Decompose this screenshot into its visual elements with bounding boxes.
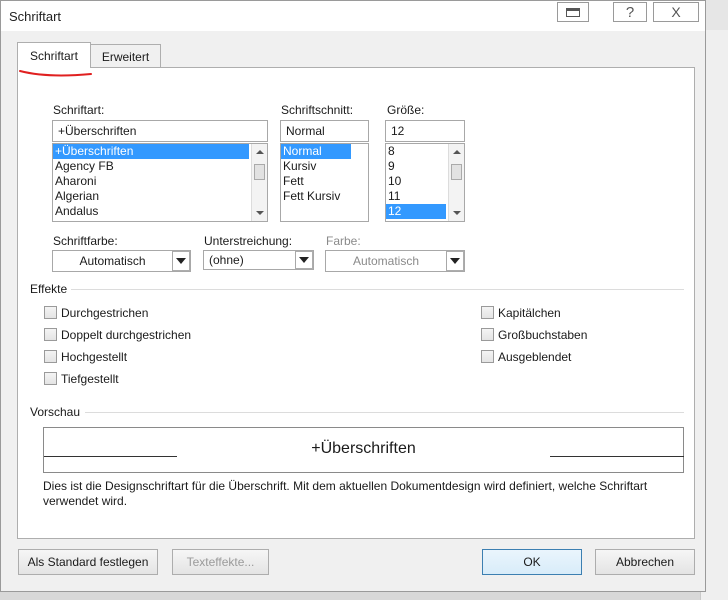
divider [71, 289, 684, 290]
dropdown-button[interactable] [172, 251, 190, 271]
scroll-up-icon[interactable] [256, 150, 264, 154]
preview-title: Vorschau [30, 405, 81, 419]
tab-erweitert-label: Erweitert [101, 49, 150, 64]
style-list[interactable]: Normal Kursiv Fett Fett Kursiv [280, 143, 369, 222]
annotation-underline [19, 70, 92, 77]
list-item[interactable]: Fett [281, 174, 368, 189]
list-item[interactable]: Normal [281, 144, 351, 159]
underline-label: Unterstreichung: [204, 234, 293, 248]
all-caps-checkbox[interactable] [481, 328, 494, 341]
scroll-down-icon[interactable] [453, 211, 461, 215]
font-input[interactable]: +Überschriften [52, 120, 268, 142]
underline-dropdown[interactable]: (ohne) [203, 250, 314, 270]
font-color-value: Automatisch [79, 254, 146, 268]
chevron-down-icon [299, 257, 309, 263]
cancel-button[interactable]: Abbrechen [595, 549, 695, 575]
chevron-down-icon [176, 258, 186, 264]
size-list-scrollbar[interactable] [448, 144, 464, 221]
size-input[interactable]: 12 [385, 120, 465, 142]
effects-title: Effekte [30, 282, 68, 296]
dialog-title: Schriftart [9, 9, 62, 24]
style-label: Schriftschnitt: [281, 103, 354, 117]
font-color-label: Schriftfarbe: [53, 234, 118, 248]
dialog-titlebar [1, 1, 705, 31]
double-strikethrough-checkbox[interactable] [44, 328, 57, 341]
strikethrough-label: Durchgestrichen [61, 306, 149, 320]
font-list-scrollbar[interactable] [251, 144, 267, 221]
double-strikethrough-label: Doppelt durchgestrichen [61, 328, 192, 342]
divider [85, 412, 684, 413]
superscript-checkbox[interactable] [44, 350, 57, 363]
list-item[interactable]: +Überschriften [53, 144, 249, 159]
scroll-thumb[interactable] [254, 164, 265, 180]
underline-value: (ohne) [209, 253, 244, 267]
chevron-down-icon [450, 258, 460, 264]
close-icon: X [671, 4, 681, 20]
list-item[interactable]: Fett Kursiv [281, 189, 368, 204]
scroll-up-icon[interactable] [453, 150, 461, 154]
preview-description: Dies ist die Designschriftart für die Üb… [43, 479, 648, 508]
list-item[interactable]: Algerian [53, 189, 267, 204]
window-icon [566, 7, 580, 17]
preview-box: +Überschriften [43, 427, 684, 473]
dropdown-button[interactable] [295, 251, 313, 269]
style-input[interactable]: Normal [280, 120, 369, 142]
set-default-button[interactable]: Als Standard festlegen [18, 549, 158, 575]
font-label: Schriftart: [53, 103, 105, 117]
dialog-restore-button[interactable] [557, 2, 589, 22]
list-item[interactable]: 12 [386, 204, 446, 219]
small-caps-label: Kapitälchen [498, 306, 561, 320]
subscript-checkbox[interactable] [44, 372, 57, 385]
underline-color-label: Farbe: [326, 234, 361, 248]
all-caps-label: Großbuchstaben [498, 328, 588, 342]
help-button[interactable]: ? [613, 2, 647, 22]
hidden-checkbox[interactable] [481, 350, 494, 363]
size-list[interactable]: 8 9 10 11 12 [385, 143, 465, 222]
help-icon: ? [625, 3, 635, 21]
font-color-dropdown[interactable]: Automatisch [52, 250, 191, 272]
close-button[interactable]: X [653, 2, 699, 22]
small-caps-checkbox[interactable] [481, 306, 494, 319]
list-item[interactable]: Kursiv [281, 159, 368, 174]
underline-color-value: Automatisch [352, 254, 420, 268]
size-label: Größe: [387, 103, 425, 117]
font-list[interactable]: +Überschriften Agency FB Aharoni Algeria… [52, 143, 268, 222]
list-item[interactable]: Andalus [53, 204, 267, 219]
scroll-down-icon[interactable] [256, 211, 264, 215]
tab-schriftart-label: Schriftart [29, 48, 78, 63]
ok-button[interactable]: OK [482, 549, 582, 575]
underline-color-dropdown[interactable]: Automatisch [325, 250, 465, 272]
list-item[interactable]: Aharoni [53, 174, 267, 189]
list-item[interactable]: Agency FB [53, 159, 267, 174]
text-effects-button[interactable]: Texteffekte... [172, 549, 269, 575]
superscript-label: Hochgestellt [61, 350, 128, 364]
font-dialog: Schriftart ? X Schriftart Erweitert Schr… [0, 0, 706, 592]
hidden-label: Ausgeblendet [498, 350, 572, 364]
scroll-thumb[interactable] [451, 164, 462, 180]
preview-sample-text: +Überschriften [311, 440, 416, 457]
dropdown-button[interactable] [446, 251, 464, 271]
subscript-label: Tiefgestellt [61, 372, 119, 386]
tab-erweitert[interactable]: Erweitert [90, 44, 161, 68]
strikethrough-checkbox[interactable] [44, 306, 57, 319]
